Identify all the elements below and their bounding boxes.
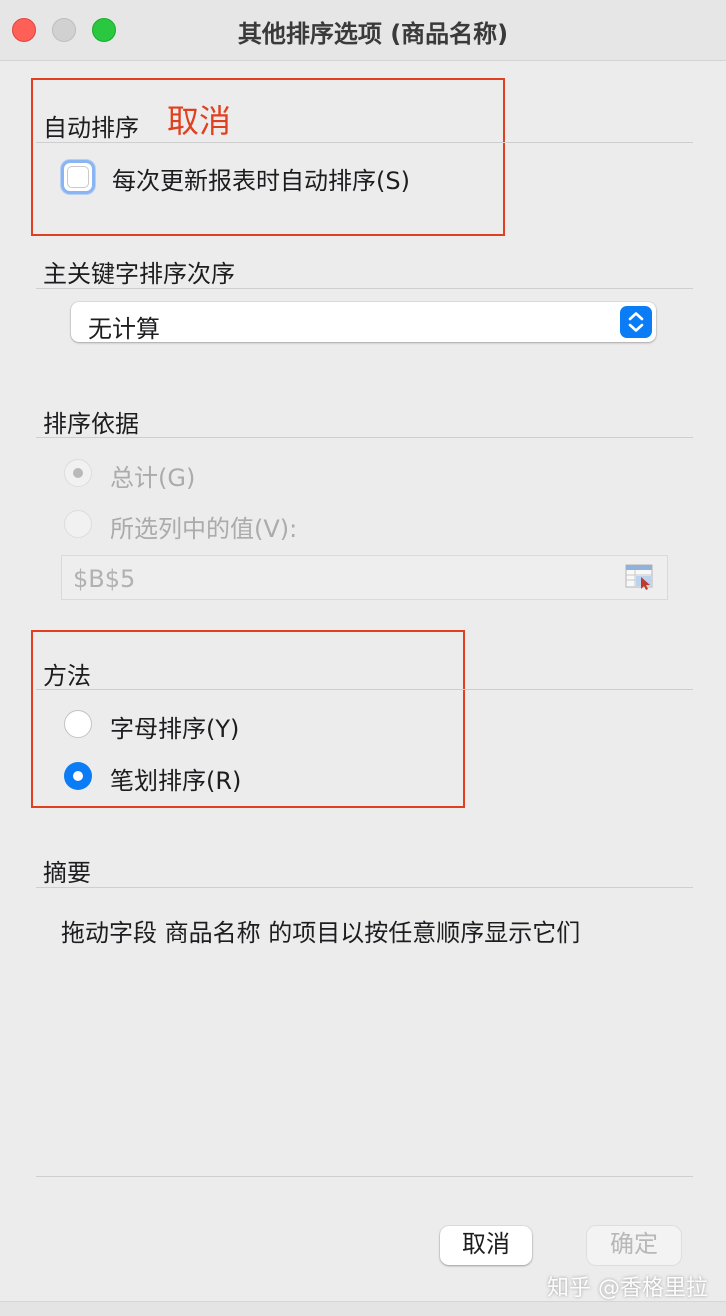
radio-alphabetical-label[interactable]: 字母排序(Y) [110, 709, 239, 744]
reference-field-value: $B$5 [73, 565, 136, 593]
key-order-heading: 主关键字排序次序 [43, 260, 235, 288]
auto-sort-checkbox-label[interactable]: 每次更新报表时自动排序(S) [112, 161, 410, 196]
cancel-button[interactable]: 取消 [440, 1226, 532, 1265]
title-bar: 其他排序选项 (商品名称) [0, 0, 726, 61]
key-order-select-value: 无计算 [88, 315, 160, 343]
summary-text: 拖动字段 商品名称 的项目以按任意顺序显示它们 [61, 919, 581, 947]
summary-divider [36, 887, 693, 888]
sort-options-dialog: 其他排序选项 (商品名称) 自动排序 取消 每次更新报表时自动排序(S) 主关键… [0, 0, 726, 1316]
radio-total[interactable] [64, 459, 92, 487]
radio-stroke-order-label[interactable]: 笔划排序(R) [110, 761, 241, 796]
reference-field[interactable]: $B$5 [61, 555, 668, 600]
key-order-divider [36, 288, 693, 289]
method-heading: 方法 [43, 662, 91, 690]
auto-sort-checkbox[interactable] [61, 160, 95, 194]
radio-selected-column[interactable] [64, 510, 92, 538]
sort-by-heading: 排序依据 [43, 410, 139, 438]
auto-sort-heading: 自动排序 [43, 114, 139, 142]
range-picker-icon[interactable] [625, 564, 655, 591]
ok-button[interactable]: 确定 [587, 1226, 681, 1265]
method-divider [36, 689, 693, 690]
annotation-box-auto-sort [31, 78, 505, 236]
chevron-up-down-icon[interactable] [620, 306, 652, 338]
key-order-select[interactable]: 无计算 [71, 302, 656, 343]
annotation-box-method [31, 630, 465, 808]
summary-heading: 摘要 [43, 859, 91, 887]
radio-total-label[interactable]: 总计(G) [110, 458, 195, 493]
annotation-cancel-label: 取消 [167, 102, 232, 140]
bottom-strip [0, 1301, 726, 1316]
window-title: 其他排序选项 (商品名称) [237, 20, 509, 48]
watermark: 知乎 @香格里拉 [547, 1276, 708, 1301]
auto-sort-divider [36, 142, 693, 143]
radio-selected-column-label[interactable]: 所选列中的值(V): [110, 509, 297, 544]
radio-alphabetical[interactable] [64, 710, 92, 738]
sort-by-divider [36, 437, 693, 438]
footer-divider [36, 1176, 693, 1177]
radio-stroke-order[interactable] [64, 762, 92, 790]
